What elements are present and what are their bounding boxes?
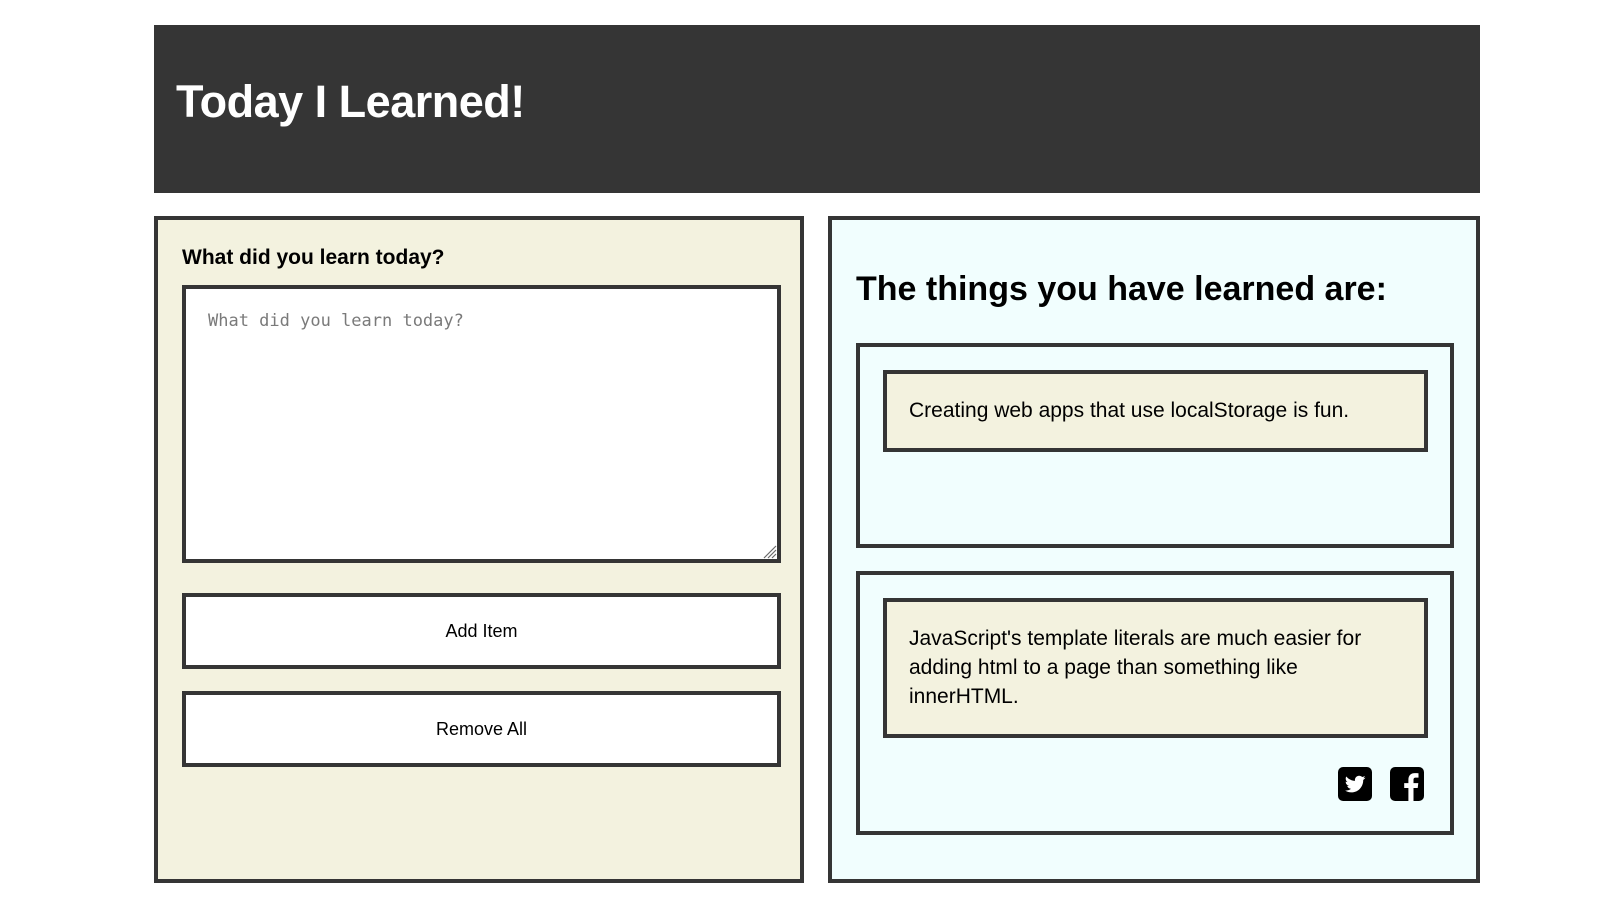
learned-heading: The things you have learned are: <box>856 270 1387 308</box>
remove-all-button[interactable]: Remove All <box>182 691 781 767</box>
page-title: Today I Learned! <box>176 76 525 127</box>
page: Today I Learned! What did you learn toda… <box>0 0 1600 900</box>
add-item-button[interactable]: Add Item <box>182 593 781 669</box>
learned-item-text: JavaScript's template literals are much … <box>883 598 1428 738</box>
learned-textarea[interactable] <box>182 285 781 563</box>
entry-label: What did you learn today? <box>182 246 445 269</box>
learned-card: JavaScript's template literals are much … <box>856 571 1454 835</box>
resize-grip-icon[interactable] <box>761 543 777 559</box>
facebook-icon[interactable] <box>1390 767 1424 801</box>
entry-panel: What did you learn today? Add Item Remov… <box>154 216 804 883</box>
learned-card: Creating web apps that use localStorage … <box>856 343 1454 639</box>
twitter-icon[interactable] <box>1338 767 1372 801</box>
learned-panel: The things you have learned are: Creatin… <box>828 216 1480 883</box>
learned-item-text: Creating web apps that use localStorage … <box>883 370 1428 452</box>
app-header: Today I Learned! <box>154 25 1480 193</box>
